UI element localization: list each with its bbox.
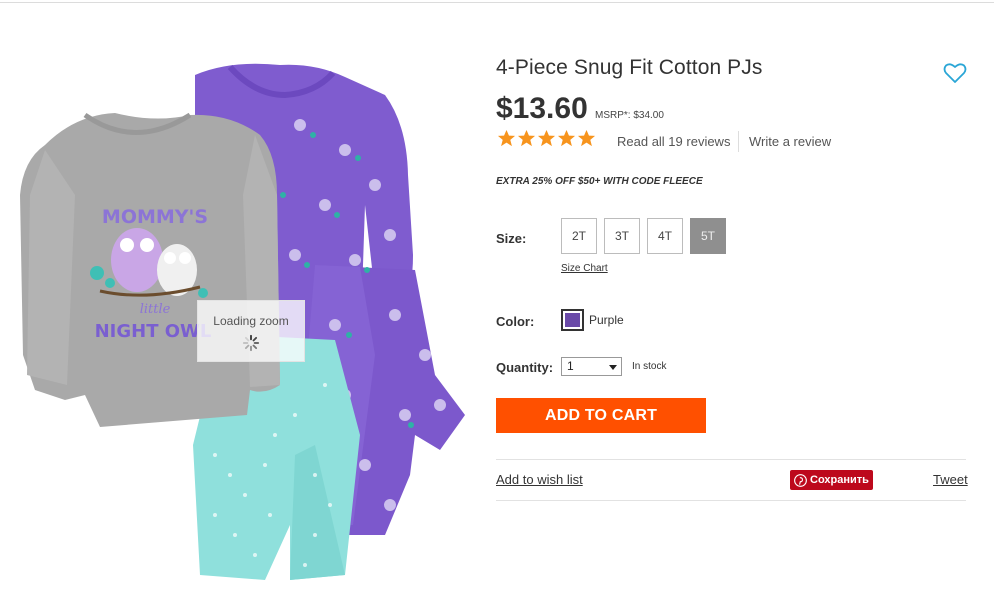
msrp-price: MSRP*: $34.00	[595, 110, 664, 121]
star-icon	[557, 129, 576, 147]
swatch-fill	[565, 313, 580, 327]
zoom-loading-overlay: Loading zoom	[197, 300, 305, 362]
review-divider	[738, 131, 739, 152]
shirt-text-little: little	[140, 302, 171, 317]
read-reviews-link[interactable]: Read all 19 reviews	[617, 134, 730, 149]
star-icon	[497, 129, 516, 147]
add-to-cart-button[interactable]: ADD TO CART	[496, 398, 706, 433]
zoom-status-text: Loading zoom	[213, 314, 289, 328]
chevron-down-icon	[609, 365, 617, 370]
quantity-select[interactable]: 1	[561, 357, 622, 376]
quantity-value: 1	[567, 359, 574, 373]
star-icon	[537, 129, 556, 147]
size-label: Size:	[496, 231, 527, 246]
shirt-text-mommys: MOMMY'S	[102, 206, 208, 228]
star-icon	[577, 129, 596, 147]
top-divider	[0, 2, 994, 3]
pinterest-icon	[794, 473, 807, 487]
pinterest-save-button[interactable]: Сохранить	[790, 470, 873, 490]
stock-status: In stock	[632, 361, 667, 372]
size-options: 2T 3T 4T 5T	[561, 218, 726, 254]
size-option-2t[interactable]: 2T	[561, 218, 597, 254]
size-chart-link[interactable]: Size Chart	[561, 263, 608, 274]
tweet-link[interactable]: Tweet	[933, 472, 968, 487]
star-icon	[517, 129, 536, 147]
rating-stars	[497, 129, 596, 148]
color-name: Purple	[589, 313, 624, 327]
product-title: 4-Piece Snug Fit Cotton PJs	[496, 56, 763, 79]
size-option-5t[interactable]: 5T	[690, 218, 726, 254]
actions-bottom-divider	[496, 500, 966, 501]
size-option-3t[interactable]: 3T	[604, 218, 640, 254]
write-review-link[interactable]: Write a review	[749, 134, 831, 149]
loading-spinner-icon	[242, 334, 260, 352]
add-to-wishlist-link[interactable]: Add to wish list	[496, 472, 583, 487]
promo-text: EXTRA 25% OFF $50+ WITH CODE FLEECE	[496, 176, 703, 187]
pinterest-save-label: Сохранить	[810, 474, 869, 486]
product-price: $13.60	[496, 92, 588, 125]
shirt-text-night-owl: NIGHT OWL	[95, 321, 212, 342]
size-option-4t[interactable]: 4T	[647, 218, 683, 254]
heart-icon[interactable]	[943, 62, 967, 84]
quantity-label: Quantity:	[496, 360, 554, 375]
color-swatch-purple[interactable]	[561, 309, 584, 331]
actions-top-divider	[496, 459, 966, 460]
color-label: Color:	[496, 314, 535, 329]
